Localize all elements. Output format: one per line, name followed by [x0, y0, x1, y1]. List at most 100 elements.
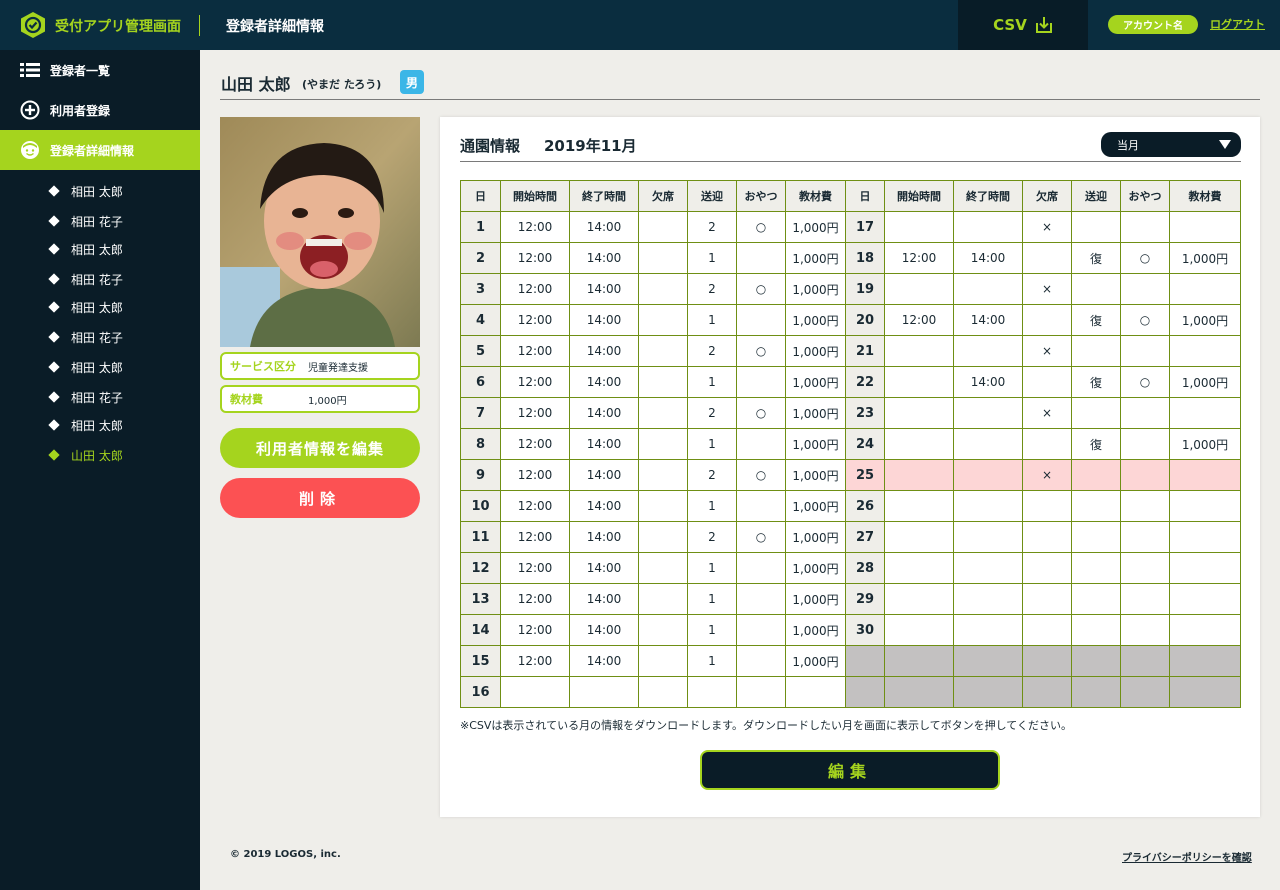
table-row: 12 12:00 14:00 1 1,000円 28 — [460, 552, 1241, 584]
absent-cell — [638, 428, 688, 460]
header-material-fee: 教材費 — [1169, 180, 1241, 212]
table-row: 2 12:00 14:00 1 1,000円 18 12:00 14:00 復 ○ 1,000円 — [460, 242, 1241, 274]
transfer-cell: 1 — [687, 645, 737, 677]
table-row: 7 12:00 14:00 2 ○ 1,000円 23 × — [460, 397, 1241, 429]
sidebar-user-link-current[interactable]: 山田 太郎 — [48, 445, 123, 465]
month-select[interactable]: 当月 — [1101, 132, 1241, 157]
list-icon — [20, 60, 40, 80]
sidebar-user-link[interactable]: 相田 太郎 — [48, 357, 123, 377]
day-cell: 5 — [460, 335, 501, 367]
service-category-value: 児童発達支援 — [308, 362, 368, 374]
account-name-badge[interactable]: アカウント名 — [1108, 15, 1198, 34]
sidebar-user-link[interactable]: 相田 花子 — [48, 387, 123, 407]
edit-attendance-button[interactable]: 編集 — [700, 750, 1000, 790]
day-cell: 29 — [845, 583, 885, 615]
start-time-cell — [884, 397, 954, 429]
sidebar-item-user-detail[interactable]: 登録者詳細情報 — [0, 130, 200, 170]
service-category-field: サービス区分 児童発達支援 — [220, 352, 420, 380]
material-fee-cell: 1,000円 — [785, 242, 846, 274]
end-time-cell — [953, 583, 1023, 615]
table-row: 15 12:00 14:00 1 1,000円 — [460, 645, 1241, 677]
sidebar-user-link[interactable]: 相田 花子 — [48, 327, 123, 347]
material-fee-cell — [1169, 676, 1241, 708]
absent-cell — [1022, 676, 1072, 708]
sidebar-user-link[interactable]: 相田 花子 — [48, 269, 123, 289]
end-time-cell: 14:00 — [569, 428, 639, 460]
diamond-bullet-icon — [48, 449, 60, 461]
absent-cell — [638, 459, 688, 491]
app-title: 受付アプリ管理画面 — [55, 19, 181, 35]
day-cell: 26 — [845, 490, 885, 522]
day-cell: 22 — [845, 366, 885, 398]
profile-kana: (やまだ たろう) — [302, 78, 382, 91]
start-time-cell — [884, 428, 954, 460]
start-time-cell — [500, 676, 570, 708]
delete-button[interactable]: 削除 — [220, 478, 420, 518]
snack-cell — [1120, 397, 1170, 429]
material-fee-cell: 1,000円 — [785, 366, 846, 398]
material-fee-cell: 1,000円 — [785, 304, 846, 336]
start-time-cell — [884, 552, 954, 584]
start-time-cell: 12:00 — [500, 211, 570, 243]
sidebar-user-link[interactable]: 相田 太郎 — [48, 297, 123, 317]
absent-cell — [638, 676, 688, 708]
absent-cell — [1022, 583, 1072, 615]
edit-user-info-button[interactable]: 利用者情報を編集 — [220, 428, 420, 468]
end-time-cell — [569, 676, 639, 708]
sidebar-item-user-list[interactable]: 登録者一覧 — [0, 50, 200, 90]
material-fee-value: 1,000円 — [308, 395, 347, 407]
snack-cell — [1120, 335, 1170, 367]
snack-cell: ○ — [1120, 366, 1170, 398]
start-time-cell — [884, 335, 954, 367]
day-cell: 17 — [845, 211, 885, 243]
absent-cell — [1022, 552, 1072, 584]
sidebar-user-name: 相田 花子 — [71, 214, 123, 229]
material-fee-cell: 1,000円 — [785, 273, 846, 305]
end-time-cell — [953, 273, 1023, 305]
sidebar-user-name: 山田 太郎 — [71, 448, 123, 463]
face-icon — [20, 140, 40, 160]
day-cell: 14 — [460, 614, 501, 646]
sidebar-user-link[interactable]: 相田 太郎 — [48, 181, 123, 201]
sidebar-user-link[interactable]: 相田 花子 — [48, 211, 123, 231]
transfer-cell: 復 — [1071, 366, 1121, 398]
material-fee-cell: 1,000円 — [785, 583, 846, 615]
privacy-policy-link[interactable]: プライバシーポリシーを確認 — [1122, 849, 1252, 864]
material-fee-cell: 1,000円 — [785, 397, 846, 429]
end-time-cell: 14:00 — [953, 242, 1023, 274]
end-time-cell — [953, 676, 1023, 708]
logout-link[interactable]: ログアウト — [1210, 16, 1265, 32]
day-cell — [845, 645, 885, 677]
table-row: 11 12:00 14:00 2 ○ 1,000円 27 — [460, 521, 1241, 553]
sidebar-user-link[interactable]: 相田 太郎 — [48, 239, 123, 259]
sidebar-item-user-register[interactable]: 利用者登録 — [0, 90, 200, 130]
material-fee-cell: 1,000円 — [785, 335, 846, 367]
absent-cell — [1022, 645, 1072, 677]
table-row: 8 12:00 14:00 1 1,000円 24 復 1,000円 — [460, 428, 1241, 460]
diamond-bullet-icon — [48, 301, 60, 313]
csv-download-button[interactable]: CSV — [958, 0, 1088, 50]
transfer-cell: 2 — [687, 397, 737, 429]
transfer-cell — [1071, 552, 1121, 584]
transfer-cell: 1 — [687, 552, 737, 584]
start-time-cell: 12:00 — [500, 428, 570, 460]
transfer-cell: 1 — [687, 428, 737, 460]
day-cell — [845, 676, 885, 708]
start-time-cell: 12:00 — [500, 335, 570, 367]
start-time-cell — [884, 676, 954, 708]
page-heading: 登録者詳細情報 — [226, 19, 324, 35]
start-time-cell — [884, 459, 954, 491]
snack-cell — [1120, 428, 1170, 460]
start-time-cell: 12:00 — [500, 645, 570, 677]
day-cell: 18 — [845, 242, 885, 274]
absent-cell — [638, 242, 688, 274]
start-time-cell: 12:00 — [500, 366, 570, 398]
header-absent: 欠席 — [638, 180, 688, 212]
start-time-cell: 12:00 — [884, 304, 954, 336]
sidebar-user-link[interactable]: 相田 太郎 — [48, 415, 123, 435]
transfer-cell — [1071, 273, 1121, 305]
end-time-cell: 14:00 — [569, 521, 639, 553]
transfer-cell: 2 — [687, 459, 737, 491]
start-time-cell: 12:00 — [500, 459, 570, 491]
absent-cell — [1022, 304, 1072, 336]
